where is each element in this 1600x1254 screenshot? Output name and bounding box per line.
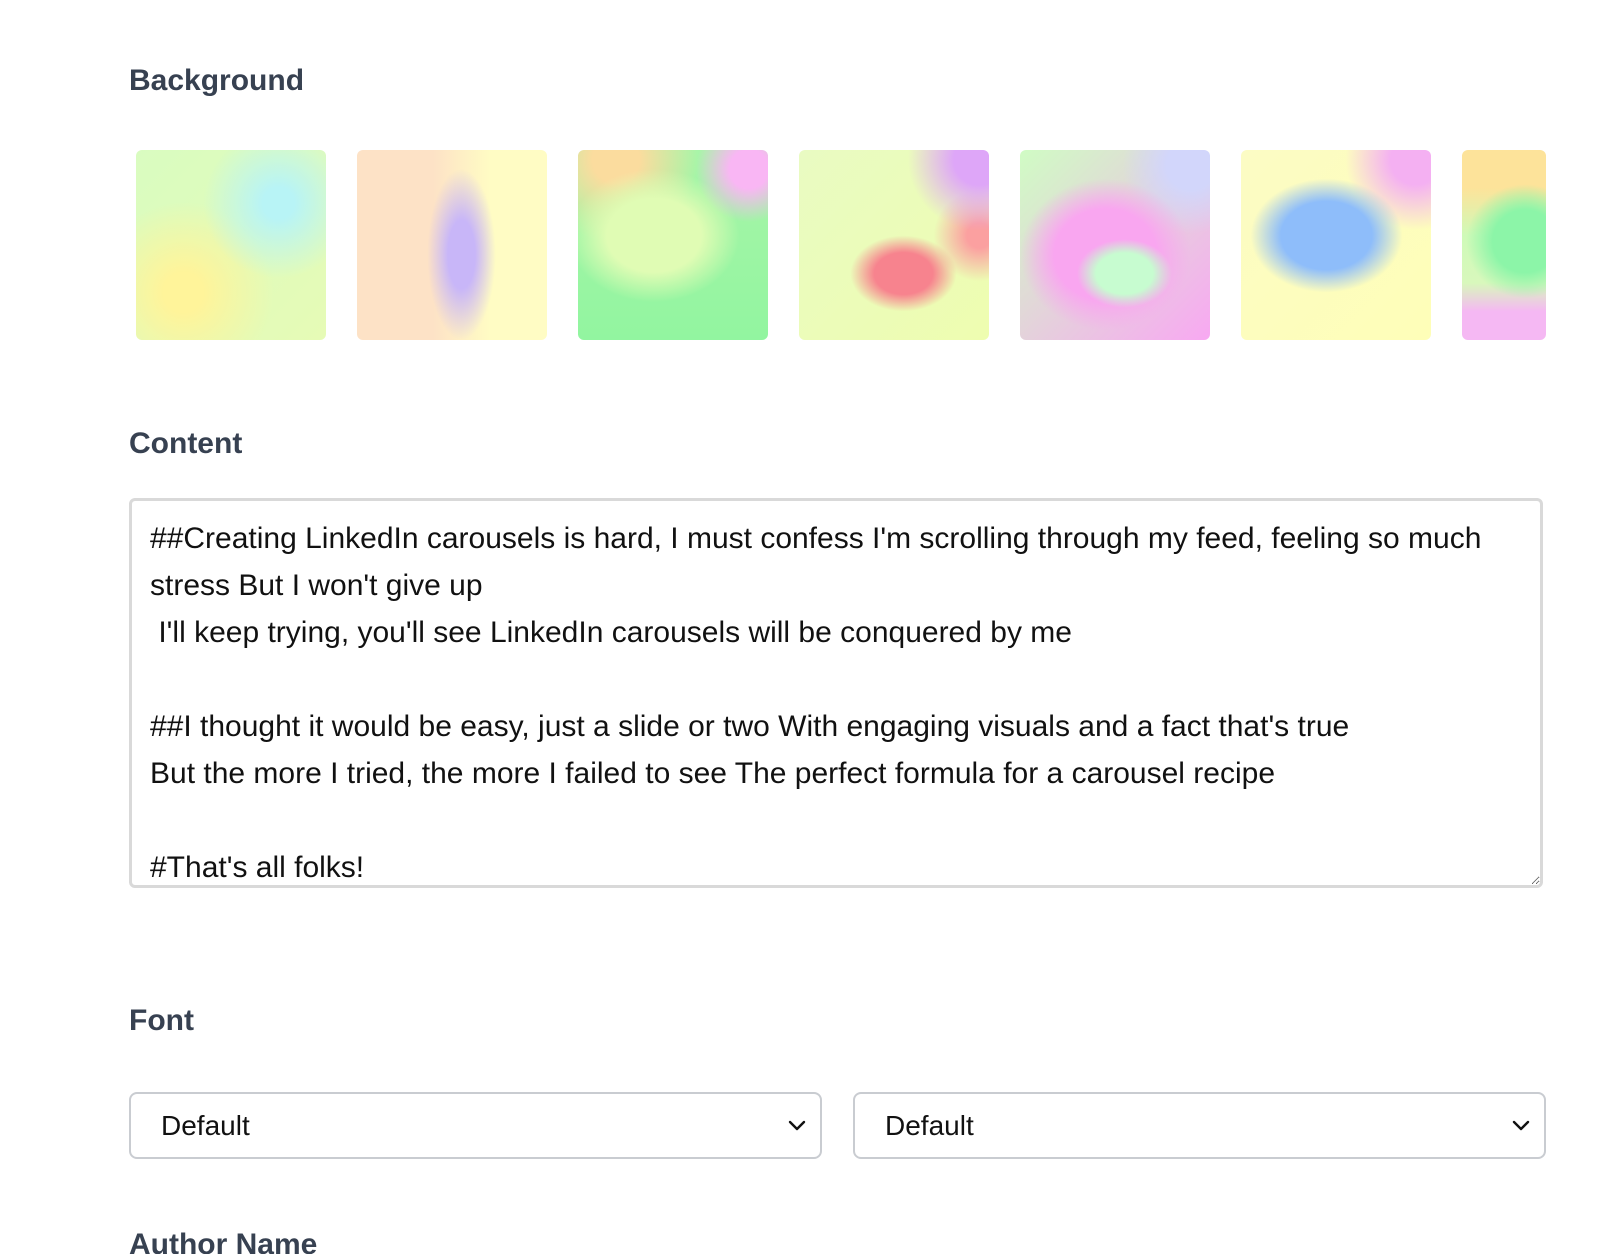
author-name-section-label: Author Name xyxy=(129,1228,318,1254)
font-section-label: Font xyxy=(129,1004,194,1037)
carousel-editor-form: Background Content ##Creating LinkedIn c… xyxy=(0,0,1600,1254)
chevron-down-icon xyxy=(788,1120,806,1131)
content-section-label: Content xyxy=(129,427,243,460)
background-swatch-4[interactable] xyxy=(799,150,989,340)
background-swatch-list xyxy=(136,150,1546,340)
background-swatch-3[interactable] xyxy=(578,150,768,340)
font-style-select-value: Default xyxy=(885,1110,974,1141)
chevron-down-icon xyxy=(1512,1120,1530,1131)
background-swatch-2[interactable] xyxy=(357,150,547,340)
content-textarea[interactable]: ##Creating LinkedIn carousels is hard, I… xyxy=(129,498,1543,888)
background-section-label: Background xyxy=(129,64,305,97)
background-swatch-7[interactable] xyxy=(1462,150,1546,340)
font-family-select[interactable]: Default xyxy=(129,1092,822,1159)
font-style-select[interactable]: Default xyxy=(853,1092,1546,1159)
background-swatch-5[interactable] xyxy=(1020,150,1210,340)
background-swatch-6[interactable] xyxy=(1241,150,1431,340)
background-swatch-1[interactable] xyxy=(136,150,326,340)
font-family-select-value: Default xyxy=(161,1110,250,1141)
